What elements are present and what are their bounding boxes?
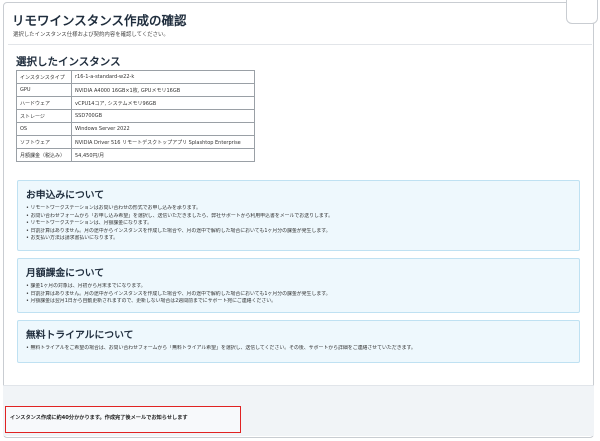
- billing-info-title: 月額課金について: [26, 268, 105, 279]
- trial-info-title: 無料トライアルについて: [26, 330, 134, 341]
- table-row: OS Windows Server 2022: [16, 122, 255, 136]
- list-item: お支払い方法は請求書払いになります。: [26, 235, 571, 243]
- spec-value: vCPU14コア, システムメモリ96GB: [71, 96, 255, 110]
- table-row: ストレージ SSD700GB: [16, 109, 255, 123]
- notice-text: インスタンス作成に約40分かかります。作成完了後メールでお知らせします: [10, 415, 188, 421]
- list-item: 日割計算はありません。月の途中からインスタンスを作成した場合や、月の途中で解約し…: [26, 291, 571, 299]
- title-divider: [8, 44, 592, 45]
- spec-value: Windows Server 2022: [71, 122, 255, 136]
- billing-info-panel: 月額課金について 課金1ヶ月の対象は、月初から月末までになります。 日割計算はあ…: [17, 258, 580, 313]
- list-item: 日割計算はありません。月の途中からインスタンスを作成した場合や、月の途中で解約し…: [26, 228, 571, 236]
- instance-spec-table: インスタンスタイプ r16-1-a-standard-w22-k GPU NVI…: [16, 70, 255, 162]
- apply-info-list: リモートワークステーションはお問い合わせの形式でお申し込みを承ります。 お問い合…: [26, 205, 571, 243]
- list-item: お問い合わせフォームから「お申し込み希望」を選択し、送信いただきましたら、弊社サ…: [26, 213, 571, 221]
- spec-value: NVIDIA A4000 16GB×1枚, GPUメモリ16GB: [71, 83, 255, 97]
- apply-info-title: お申込みについて: [26, 190, 105, 201]
- apply-info-panel: お申込みについて リモートワークステーションはお問い合わせの形式でお申し込みを承…: [17, 180, 580, 251]
- trial-info-list: 無料トライアルをご希望の場合は、お問い合わせフォームから「無料トライアル希望」を…: [26, 345, 571, 353]
- spec-key: インスタンスタイプ: [16, 70, 72, 84]
- list-item: リモートワークステーションはお問い合わせの形式でお申し込みを承ります。: [26, 205, 571, 213]
- list-item: 無料トライアルをご希望の場合は、お問い合わせフォームから「無料トライアル希望」を…: [26, 345, 571, 353]
- page-subtitle: 選択したインスタンス仕様および契約内容を確認してください。: [13, 32, 169, 38]
- spec-key: OS: [16, 122, 72, 136]
- list-item: リモートワークステーションは、月額課金になります。: [26, 220, 571, 228]
- spec-key: 月額課金（税込み）: [16, 148, 72, 162]
- trial-info-panel: 無料トライアルについて 無料トライアルをご希望の場合は、お問い合わせフォームから…: [17, 320, 580, 363]
- spec-value: NVIDIA Driver 516 リモートデスクトップアプリ Splashto…: [71, 135, 255, 149]
- window-corner-tab[interactable]: [566, 0, 598, 24]
- spec-value: SSD700GB: [71, 109, 255, 123]
- spec-key: ソフトウェア: [16, 135, 72, 149]
- spec-key: ストレージ: [16, 109, 72, 123]
- billing-info-list: 課金1ヶ月の対象は、月初から月末までになります。 日割計算はありません。月の途中…: [26, 283, 571, 306]
- selected-instance-title: 選択したインスタンス: [16, 56, 121, 68]
- spec-key: ハードウェア: [16, 96, 72, 110]
- creation-time-notice: インスタンス作成に約40分かかります。作成完了後メールでお知らせします: [5, 406, 241, 433]
- spec-value: r16-1-a-standard-w22-k: [71, 70, 255, 84]
- spec-value: 54,450円/月: [71, 148, 255, 162]
- table-row: 月額課金（税込み） 54,450円/月: [16, 148, 255, 162]
- table-row: インスタンスタイプ r16-1-a-standard-w22-k: [16, 70, 255, 84]
- table-row: ハードウェア vCPU14コア, システムメモリ96GB: [16, 96, 255, 110]
- page-title: リモワインスタンス作成の確認: [12, 13, 187, 28]
- list-item: 月額課金は翌月1日から自動更新されますので、更新しない場合は2週間前までにサポー…: [26, 298, 571, 306]
- table-row: GPU NVIDIA A4000 16GB×1枚, GPUメモリ16GB: [16, 83, 255, 97]
- table-row: ソフトウェア NVIDIA Driver 516 リモートデスクトップアプリ S…: [16, 135, 255, 149]
- list-item: 課金1ヶ月の対象は、月初から月末までになります。: [26, 283, 571, 291]
- spec-key: GPU: [16, 83, 72, 97]
